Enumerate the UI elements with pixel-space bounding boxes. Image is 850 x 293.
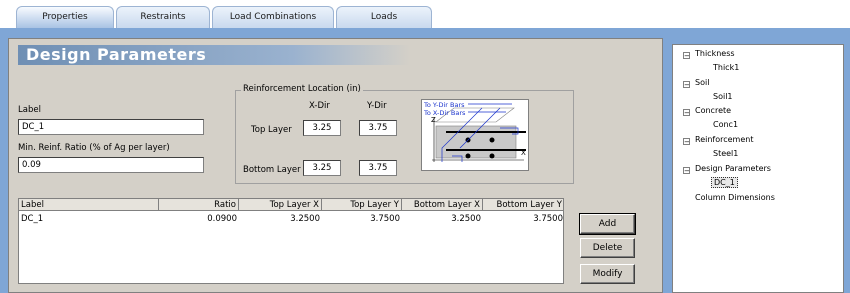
col-top-y-header[interactable]: Top Layer Y [322,199,402,211]
tree-item-reinforcement[interactable]: Reinforcement [695,135,753,144]
xdir-header: X-Dir [309,101,330,111]
tab-bar: Properties Restraints Load Combinations … [0,0,850,30]
tree-item-conc1[interactable]: Conc1 [713,120,738,129]
tree-item-thickness[interactable]: Thickness [695,49,735,58]
min-ratio-field[interactable]: 0.09 [18,157,204,173]
tab-load-combinations[interactable]: Load Combinations [212,6,334,28]
modify-button[interactable]: Modify [580,264,635,284]
label-caption: Label [18,105,41,115]
table-header: Label Ratio Top Layer X Top Layer Y Bott… [19,199,563,211]
add-button[interactable]: Add [579,213,636,235]
to-x-dir-bars-text: To X-Dir Bars [423,109,466,117]
design-parameters-panel: Design Parameters Label DC_1 Min. Reinf.… [8,38,663,293]
tree-item-concrete[interactable]: Concrete [695,106,731,115]
model-tree[interactable]: − Thickness Thick1 − Soil Soil1 − Concre… [672,44,844,293]
tab-properties[interactable]: Properties [16,6,114,28]
delete-button[interactable]: Delete [580,238,635,258]
collapse-concrete-icon[interactable]: − [683,109,690,117]
min-ratio-caption: Min. Reinf. Ratio (% of Ag per layer) [18,143,170,153]
col-bottom-x-header[interactable]: Bottom Layer X [402,199,483,211]
cell-bottom-y: 3.7500 [533,214,563,224]
cell-bottom-x: 3.2500 [451,214,481,224]
top-layer-y-input[interactable]: 3.75 [359,120,397,136]
cell-top-y: 3.7500 [370,214,400,224]
tree-item-dc-1[interactable]: DC_1 [711,177,738,188]
cell-top-x: 3.2500 [290,214,320,224]
tab-loads[interactable]: Loads [336,6,432,28]
label-field[interactable]: DC_1 [18,119,204,135]
bottom-layer-x-input[interactable]: 3.25 [303,160,341,176]
to-y-dir-bars-text: To Y-Dir Bars [423,101,465,109]
cell-ratio: 0.0900 [207,214,237,224]
section-diagram-svg: To Y-Dir Bars To X-Dir Bars Z X [423,101,526,162]
tree-item-design-parameters[interactable]: Design Parameters [695,164,771,173]
col-label-header[interactable]: Label [19,199,159,211]
reinforcement-diagram: To Y-Dir Bars To X-Dir Bars Z X [421,99,529,171]
collapse-design-parameters-icon[interactable]: − [683,167,690,175]
cell-label: DC_1 [21,214,44,224]
tab-restraints[interactable]: Restraints [116,6,210,28]
tree-item-soil[interactable]: Soil [695,78,709,87]
reinforcement-group-title: Reinforcement Location (in) [241,84,363,94]
ydir-header: Y-Dir [367,101,387,111]
x-axis-label: X [521,149,526,157]
collapse-reinforcement-icon[interactable]: − [683,138,690,146]
top-layer-label: Top Layer [251,125,292,135]
collapse-soil-icon[interactable]: − [683,81,690,89]
col-top-x-header[interactable]: Top Layer X [239,199,322,211]
tree-item-thick1[interactable]: Thick1 [713,63,739,72]
top-layer-x-input[interactable]: 3.25 [303,120,341,136]
bottom-layer-label: Bottom Layer [243,165,301,175]
col-bottom-y-header[interactable]: Bottom Layer Y [483,199,563,211]
design-parameters-table[interactable]: Label Ratio Top Layer X Top Layer Y Bott… [18,198,564,284]
tree-item-steel1[interactable]: Steel1 [713,149,738,158]
tree-item-soil1[interactable]: Soil1 [713,92,733,101]
z-axis-label: Z [431,116,436,124]
main-frame: Design Parameters Label DC_1 Min. Reinf.… [0,28,850,293]
bottom-layer-y-input[interactable]: 3.75 [359,160,397,176]
col-ratio-header[interactable]: Ratio [159,199,239,211]
tree-item-column-dimensions[interactable]: Column Dimensions [695,193,775,202]
panel-title: Design Parameters [18,45,410,65]
collapse-thickness-icon[interactable]: − [683,52,690,60]
